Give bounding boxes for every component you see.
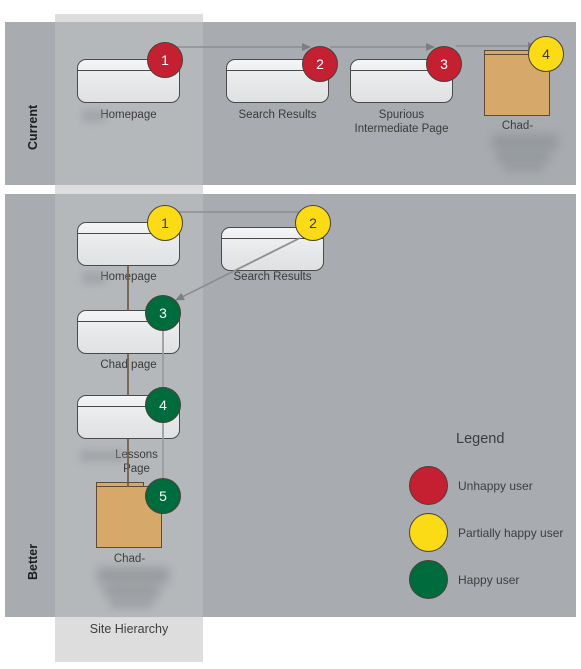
legend-label-partially-happy: Partially happy user bbox=[458, 526, 564, 540]
current-chad-redaction bbox=[492, 134, 558, 150]
better-chad-redaction bbox=[97, 567, 169, 584]
legend-dot-partially-happy bbox=[409, 513, 448, 552]
better-homepage-redaction bbox=[82, 272, 106, 284]
site-hierarchy-label: Site Hierarchy bbox=[89, 622, 169, 636]
better-page-label-chad-page: Chad page bbox=[100, 359, 157, 371]
better-step-5[interactable]: 5 bbox=[145, 478, 181, 514]
current-chad-redaction-3 bbox=[503, 162, 543, 173]
better-step-2[interactable]: 2 bbox=[295, 205, 331, 241]
legend-label-unhappy: Unhappy user bbox=[458, 479, 533, 493]
better-lessons-redaction bbox=[80, 450, 124, 462]
current-page-label-chad: Chad- bbox=[501, 120, 534, 132]
better-step-1[interactable]: 1 bbox=[147, 205, 183, 241]
diagram-canvas: Site Hierarchy Current Better Homepage S… bbox=[0, 0, 581, 669]
better-page-label-chad: Chad- bbox=[113, 553, 146, 565]
better-chad-redaction-3 bbox=[110, 597, 153, 609]
section-label-current: Current bbox=[26, 104, 40, 150]
better-step-4[interactable]: 4 bbox=[145, 387, 181, 423]
current-page-label-search-results: Search Results bbox=[238, 109, 317, 121]
section-label-better: Better bbox=[26, 543, 40, 580]
current-step-3[interactable]: 3 bbox=[426, 46, 462, 82]
current-step-2[interactable]: 2 bbox=[302, 46, 338, 82]
legend-title: Legend bbox=[456, 431, 505, 447]
better-step-3[interactable]: 3 bbox=[145, 295, 181, 331]
current-page-label-spurious: Spurious Intermediate Page bbox=[354, 109, 449, 135]
legend-dot-unhappy bbox=[409, 466, 448, 505]
legend-dot-happy bbox=[409, 560, 448, 599]
current-step-4[interactable]: 4 bbox=[528, 36, 564, 72]
better-chad-redaction-2 bbox=[104, 584, 160, 598]
site-hierarchy-band-current-overlap bbox=[55, 22, 203, 185]
current-step-1[interactable]: 1 bbox=[147, 42, 183, 78]
current-homepage-redaction bbox=[82, 110, 106, 122]
legend-label-happy: Happy user bbox=[458, 573, 520, 587]
better-page-label-search-results: Search Results bbox=[233, 271, 312, 283]
